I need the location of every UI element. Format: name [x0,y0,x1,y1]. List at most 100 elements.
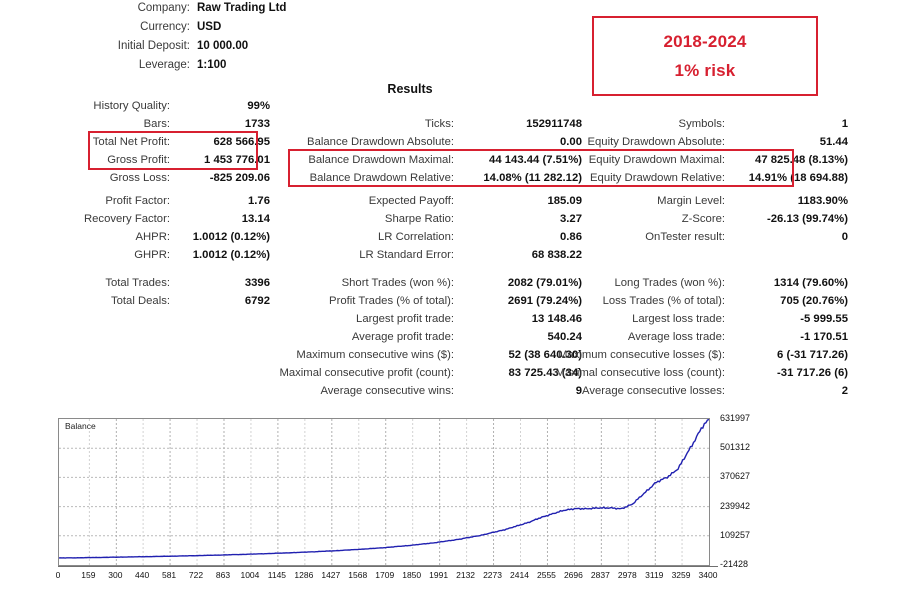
stats-group2-mid: Expected Payoff: 185.09 Sharpe Ratio: 3.27 L… [272,195,582,267]
stat-label: Gross Profit: [107,154,170,166]
y-tick-label: 370627 [720,471,751,482]
x-tick-label: 2555 [536,570,556,580]
stat-row: Balance Drawdown Relative: 14.08% (11 282… [272,172,582,190]
stat-label: Ticks: [424,118,454,130]
info-row-initial-deposit: Initial Deposit: 10 000.00 [60,40,360,59]
stat-label: Profit Trades (% of total): [329,295,454,307]
y-tick-label: 239942 [720,500,751,511]
stat-value: 1 453 776.01 [204,154,270,166]
x-tick-label: 581 [161,570,177,580]
info-row-currency: Currency: USD [60,21,360,40]
info-row-leverage: Leverage: 1:100 [60,59,360,78]
info-value-leverage: 1:100 [197,59,227,71]
stat-row: Maximum consecutive losses ($): 6 (-31 71… [540,349,848,367]
stat-label: OnTester result: [645,231,725,243]
chart-canvas [59,419,709,565]
x-tick-label: 300 [108,570,123,580]
stats-group3-left: Total Trades: 3396 Total Deals: 6792 [42,277,270,313]
stat-label: Total Deals: [110,295,170,307]
stat-label: Equity Drawdown Maximal: [588,154,725,166]
stat-value: -26.13 (99.74%) [766,213,848,225]
x-tick-label: 863 [215,570,231,580]
x-tick-label: 2414 [510,570,529,580]
stat-label: AHPR: [135,231,170,243]
info-label-company: Company: [137,2,190,14]
stat-label: Average profit trade: [351,331,454,343]
stat-value: 628 566.95 [213,136,270,148]
x-tick-label: 722 [188,570,204,580]
x-tick-label: 0 [55,570,61,580]
stat-row: Equity Drawdown Relative: 14.91% (18 694.… [540,172,848,190]
stat-row: Maximal consecutive profit (count): 83 72… [272,367,582,385]
stat-row: Z-Score: -26.13 (99.74%) [540,213,848,231]
stat-value: 14.91% (18 694.88) [748,172,848,184]
stat-label: Balance Drawdown Maximal: [308,154,454,166]
stats-group2-right: Margin Level: 1183.90% Z-Score: -26.13 (99.… [540,195,848,249]
info-value-company: Raw Trading Ltd [197,2,287,14]
stat-row: Gross Profit: 1 453 776.01 [42,154,270,172]
stat-value: 3396 [244,277,270,289]
x-tick-label: 3400 [698,570,718,580]
stat-row: Largest loss trade: -5 999.55 [540,313,848,331]
page-title: Results [387,82,433,96]
stat-label: Profit Factor: [105,195,170,207]
x-tick-label: 2837 [590,570,610,580]
stat-value: -1 170.51 [800,331,848,343]
stat-row: Sharpe Ratio: 3.27 [272,213,582,231]
stat-label: Largest loss trade: [632,313,725,325]
x-tick-label: 2978 [617,570,637,580]
x-tick-label: 1427 [321,570,341,580]
stat-label: Average consecutive wins: [320,385,454,397]
x-tick-label: 1145 [267,570,287,580]
stat-row: Bars: 1733 [42,118,270,136]
x-tick-label: 1286 [294,570,314,580]
stat-row: Average consecutive losses: 2 [540,385,848,403]
info-label-initial-deposit: Initial Deposit: [117,40,190,52]
stat-row: Equity Drawdown Absolute: 51.44 [540,136,848,154]
stat-label: Maximum consecutive wins ($): [296,349,454,361]
stat-row: Balance Drawdown Maximal: 44 143.44 (7.51… [272,154,582,172]
stat-label: Z-Score: [681,213,725,225]
stat-value: 68 838.22 [531,249,582,261]
stat-value: 13.14 [241,213,270,225]
stat-row: Ticks: 152911748 [272,118,582,136]
stat-label: Short Trades (won %): [341,277,454,289]
stat-row: OnTester result: 0 [540,231,848,249]
stat-row: AHPR: 1.0012 (0.12%) [42,231,270,249]
stat-row: Equity Drawdown Maximal: 47 825.48 (8.13%… [540,154,848,172]
x-tick-label: 1991 [429,570,449,580]
stat-value: 1733 [244,118,270,130]
stat-label: Gross Loss: [109,172,170,184]
stat-label: Symbols: [678,118,725,130]
stat-value: 51.44 [819,136,848,148]
stat-label: Average loss trade: [627,331,725,343]
y-tick-label: 501312 [720,442,751,453]
stats-group3-right: Long Trades (won %): 1314 (79.60%) Loss Tr… [540,277,848,403]
stat-label: Sharpe Ratio: [384,213,454,225]
info-label-currency: Currency: [140,21,190,33]
info-value-currency: USD [197,21,222,33]
stat-label: GHPR: [134,249,170,261]
stat-value: 0 [841,231,848,243]
stat-label: Total Trades: [105,277,170,289]
chart-plot-area: Balance [58,418,710,566]
stat-label: Bars: [143,118,170,130]
stat-value: 1183.90% [797,195,848,207]
stat-label: Total Net Profit: [92,136,170,148]
stat-label: Equity Drawdown Absolute: [587,136,725,148]
balance-line [59,419,709,559]
stat-label: Expected Payoff: [368,195,454,207]
balance-chart: Balance 631997 501312 370627 239942 109257 -2… [55,413,848,588]
info-label-leverage: Leverage: [138,59,190,71]
stat-label: Margin Level: [657,195,725,207]
stat-value: -825 209.06 [209,172,270,184]
stat-row: Profit Trades (% of total): 2691 (79.24%) [272,295,582,313]
stat-label: Largest profit trade: [356,313,454,325]
stats-group2-left: Profit Factor: 1.76 Recovery Factor: 13.14 A… [42,195,270,267]
stat-label: Loss Trades (% of total): [602,295,725,307]
y-tick-label: -21428 [720,559,749,569]
stat-label: Equity Drawdown Relative: [590,172,725,184]
x-tick-label: 1004 [240,570,260,580]
stat-value: 6 (-31 717.26) [777,349,848,361]
account-info-block: Company: Raw Trading Ltd Currency: USD I… [60,2,360,78]
